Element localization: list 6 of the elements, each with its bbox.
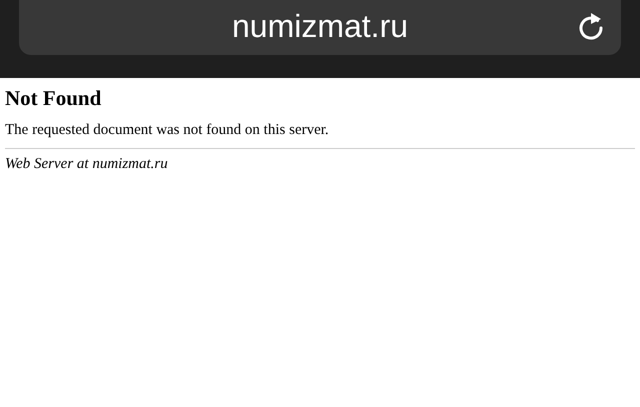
page-heading: Not Found [5, 86, 102, 110]
address-bar[interactable]: numizmat.ru [19, 0, 621, 55]
url-text: numizmat.ru [232, 8, 408, 46]
error-message: The requested document was not found on this server. [5, 121, 330, 139]
server-signature: Web Server at numizmat.ru [5, 155, 169, 173]
reload-icon[interactable] [577, 11, 605, 41]
